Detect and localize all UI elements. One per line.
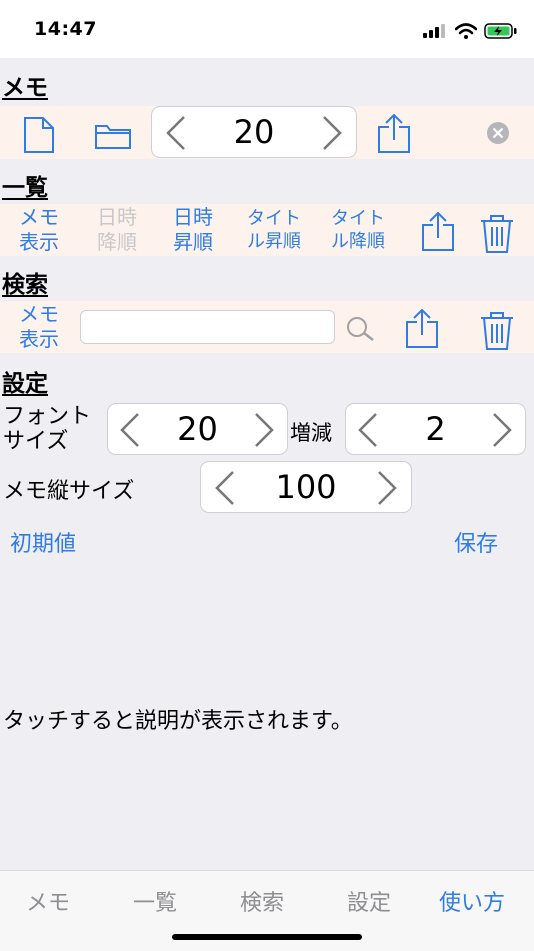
search-input[interactable] — [80, 310, 335, 344]
list-section-title: 一覧 — [2, 175, 48, 201]
tab-search[interactable]: 検索 — [240, 885, 284, 917]
search-memo-show-button[interactable]: メモ 表示 — [8, 302, 70, 352]
font-size-label: フォント サイズ — [3, 404, 92, 454]
hint-text[interactable]: タッチすると説明が表示されます。 — [3, 703, 353, 735]
date-asc-button[interactable]: 日時 昇順 — [162, 205, 224, 255]
status-time: 14:47 — [34, 18, 97, 40]
wifi-icon — [455, 23, 477, 39]
title-asc-button[interactable]: タイト ル昇順 — [238, 207, 310, 253]
trash-icon[interactable] — [479, 214, 515, 254]
tab-memo[interactable]: メモ — [26, 885, 70, 917]
memo-height-stepper[interactable]: 100 — [200, 461, 412, 513]
memo-section-title: メモ — [2, 75, 48, 101]
tab-list[interactable]: 一覧 — [133, 885, 177, 917]
tab-usage[interactable]: 使い方 — [439, 885, 505, 917]
share-icon[interactable] — [377, 114, 411, 154]
step-stepper[interactable]: 2 — [345, 403, 526, 455]
signal-icon — [423, 24, 445, 38]
reset-button[interactable]: 初期値 — [10, 526, 76, 558]
settings-section-title: 設定 — [2, 371, 48, 397]
folder-icon[interactable] — [94, 122, 132, 150]
clear-icon[interactable] — [486, 121, 510, 145]
search-toolbar: メモ 表示 — [0, 301, 534, 353]
list-memo-show-button[interactable]: メモ 表示 — [8, 205, 70, 255]
memo-height-label: メモ縦サイズ — [3, 479, 135, 504]
chevron-right-icon[interactable] — [490, 411, 514, 449]
chevron-right-icon[interactable] — [252, 411, 276, 449]
share-icon[interactable] — [421, 212, 455, 252]
memo-number-stepper[interactable]: 20 — [151, 106, 357, 158]
battery-charging-icon — [484, 23, 517, 39]
search-section-title: 検索 — [2, 272, 48, 298]
share-icon[interactable] — [405, 309, 439, 349]
font-size-stepper[interactable]: 20 — [107, 403, 288, 455]
step-label: 増減 — [290, 421, 332, 445]
memo-toolbar: 20 — [0, 106, 534, 159]
save-button[interactable]: 保存 — [454, 526, 498, 558]
chevron-right-icon[interactable] — [320, 114, 344, 152]
chevron-right-icon[interactable] — [375, 469, 399, 507]
search-icon[interactable] — [346, 316, 376, 342]
tab-settings[interactable]: 設定 — [347, 885, 391, 917]
status-bar: 14:47 — [0, 0, 534, 58]
trash-icon[interactable] — [479, 311, 515, 351]
list-toolbar: メモ 表示 日時 降順 日時 昇順 タイト ル昇順 タイト ル降順 — [0, 204, 534, 256]
new-document-icon[interactable] — [22, 116, 56, 154]
title-desc-button[interactable]: タイト ル降順 — [322, 207, 394, 253]
date-desc-button[interactable]: 日時 降順 — [86, 205, 148, 255]
home-indicator — [172, 934, 362, 940]
